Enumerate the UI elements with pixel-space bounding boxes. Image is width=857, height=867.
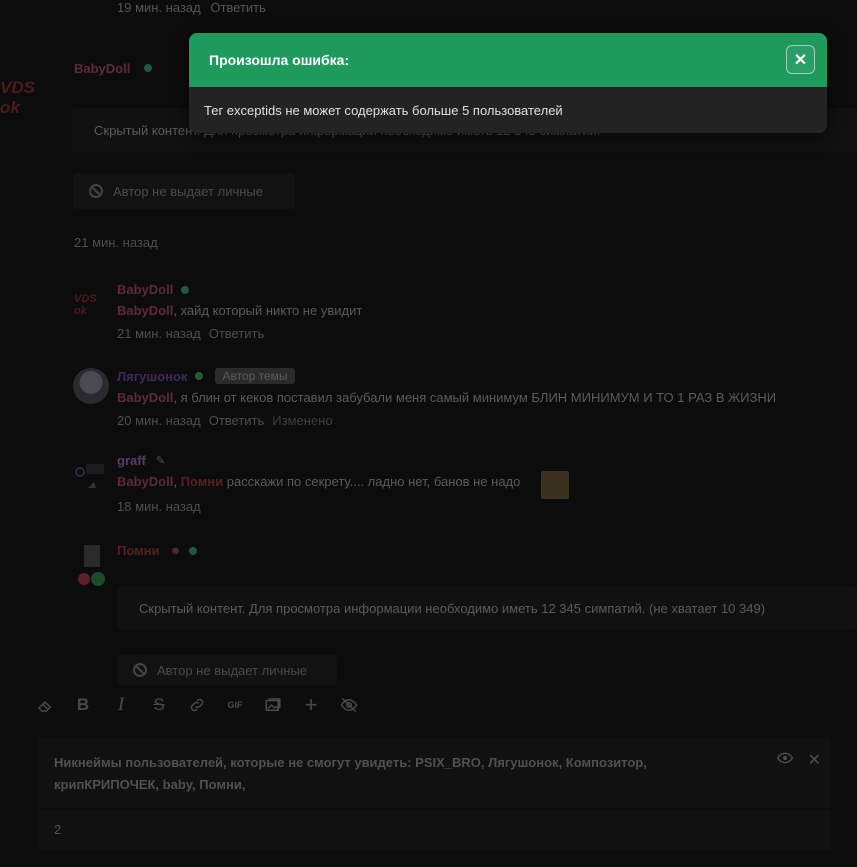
- eye-icon[interactable]: [776, 752, 794, 767]
- avatar-art-icon: [78, 545, 105, 586]
- forbidden-icon: [133, 663, 147, 677]
- online-indicator: [195, 372, 204, 380]
- reply-avatar[interactable]: [76, 543, 110, 589]
- reply-time: 20 мин. назад: [117, 413, 201, 428]
- reply-avatar[interactable]: VDS ok: [74, 293, 110, 317]
- reply-username[interactable]: Помни: [117, 543, 160, 558]
- emoji-icon: ☻: [169, 544, 182, 557]
- toast-header: Произошла ошибка:: [189, 33, 827, 87]
- link-icon[interactable]: [178, 688, 216, 722]
- avatar-art-icon: [75, 464, 104, 488]
- online-indicator: [189, 546, 198, 555]
- message-editor: B I S GIF + Никнеймы пользователей, кото…: [0, 688, 857, 867]
- close-icon: ✕: [793, 51, 808, 69]
- reply-time: 18 мин. назад: [117, 499, 201, 514]
- topic-author-badge: Автор темы: [215, 368, 295, 384]
- online-indicator: [144, 64, 152, 72]
- quoted-user[interactable]: BabyDoll: [117, 474, 173, 489]
- hide-icon[interactable]: [330, 688, 368, 722]
- reply-meta: 21 мин. назад Ответить: [117, 326, 362, 341]
- strikethrough-icon[interactable]: S: [140, 688, 178, 722]
- editor-text-area[interactable]: 2: [38, 810, 831, 850]
- reply-text: BabyDoll, я блин от кеков поставил забуб…: [117, 390, 777, 405]
- close-icon[interactable]: ✕: [808, 750, 821, 770]
- no-likes-pill: Автор не выдает личные: [73, 173, 295, 209]
- eraser-icon[interactable]: [26, 688, 64, 722]
- editor-content: 2: [54, 822, 62, 837]
- reply-meta: 18 мин. назад: [117, 499, 520, 514]
- reply-item: Лягушонок Автор темы BabyDoll, я блин от…: [117, 368, 776, 428]
- hidden-content-box: Скрытый контент. Для просмотра информаци…: [117, 586, 857, 630]
- pin-icon: ✎: [155, 455, 166, 467]
- error-toast: Произошла ошибка: ✕ Тег exceptids не мож…: [189, 33, 827, 133]
- reply-text: BabyDoll, хайд который никто не увидит: [117, 303, 363, 318]
- post-username[interactable]: BabyDoll: [74, 61, 130, 76]
- reply-item: graff ✎ BabyDoll, Помни расскажи по секр…: [117, 453, 520, 514]
- gif-icon[interactable]: GIF: [216, 688, 254, 722]
- reply-text: BabyDoll, Помни расскажи по секрету.... …: [117, 474, 521, 489]
- quoted-user[interactable]: BabyDoll: [117, 303, 173, 318]
- reply-link[interactable]: Ответить: [210, 0, 266, 15]
- image-icon[interactable]: [254, 688, 292, 722]
- close-button[interactable]: ✕: [786, 45, 815, 74]
- bold-icon[interactable]: B: [64, 688, 102, 722]
- reply-item: Помни ☻: [117, 543, 198, 558]
- toast-message: Тег exceptids не может содержать больше …: [204, 102, 563, 118]
- reply-item: BabyDoll BabyDoll, хайд который никто не…: [117, 282, 362, 341]
- reply-avatar[interactable]: [73, 368, 109, 404]
- reply-username[interactable]: graff: [117, 453, 146, 468]
- sticker-image: [541, 471, 569, 499]
- online-indicator: [181, 285, 190, 294]
- edited-label: Изменено: [272, 413, 333, 428]
- plus-icon[interactable]: +: [292, 688, 330, 722]
- reply-time: 21 мин. назад: [117, 326, 201, 341]
- no-likes-label: Автор не выдает личные: [113, 183, 263, 199]
- hidden-content-text: Скрытый контент. Для просмотра информаци…: [139, 600, 766, 616]
- top-post-meta: 19 мин. назад Ответить: [117, 0, 272, 15]
- post-avatar[interactable]: VDS ok: [0, 78, 52, 117]
- reply-meta: 20 мин. назад Ответить Изменено: [117, 413, 776, 428]
- reply-avatar[interactable]: [74, 460, 108, 496]
- reply-link[interactable]: Ответить: [209, 326, 265, 341]
- editor-toolbar: B I S GIF +: [26, 688, 368, 722]
- no-likes-pill: Автор не выдает личные: [117, 655, 337, 685]
- quoted-user[interactable]: BabyDoll: [117, 390, 173, 405]
- hide-from-users-panel: Никнеймы пользователей, которые не смогу…: [38, 738, 831, 808]
- reply-username[interactable]: Лягушонок: [117, 369, 187, 384]
- reply-username[interactable]: BabyDoll: [117, 282, 173, 297]
- reply-link[interactable]: Ответить: [209, 413, 265, 428]
- post-time: 21 мин. назад: [74, 235, 158, 250]
- post-time: 19 мин. назад: [117, 0, 201, 15]
- no-likes-label: Автор не выдает личные: [157, 662, 307, 678]
- hidden-users-list: Никнеймы пользователей, которые не смогу…: [54, 755, 647, 792]
- forbidden-icon: [89, 184, 103, 198]
- quoted-user[interactable]: Помни: [181, 474, 224, 489]
- toast-body: Тег exceptids не может содержать больше …: [189, 87, 827, 133]
- italic-icon[interactable]: I: [102, 688, 140, 722]
- toast-title: Произошла ошибка:: [209, 52, 350, 68]
